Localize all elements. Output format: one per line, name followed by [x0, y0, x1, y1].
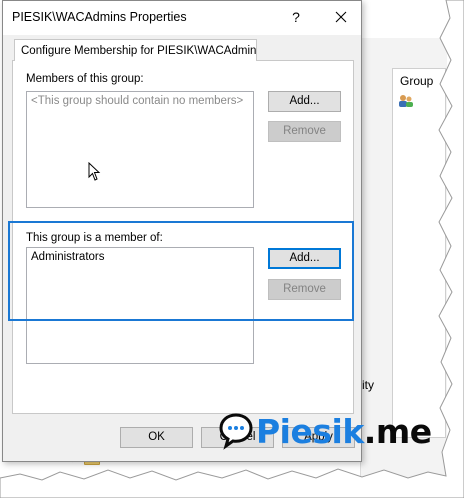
- members-label: Members of this group:: [26, 73, 144, 85]
- background-column-header[interactable]: Group: [400, 74, 433, 88]
- tab-configure-membership[interactable]: Configure Membership for PIESIK\WACAdmin…: [14, 39, 257, 61]
- group-icon: [399, 95, 413, 107]
- members-remove-button[interactable]: Remove: [268, 121, 341, 142]
- members-placeholder: <This group should contain no members>: [31, 95, 244, 107]
- chat-bubble-icon: [219, 413, 253, 450]
- watermark-brand: Piesik: [256, 411, 364, 451]
- watermark-suffix: .me: [363, 411, 432, 451]
- mouse-pointer-icon: [88, 162, 101, 181]
- members-add-button[interactable]: Add...: [268, 91, 341, 112]
- dialog-titlebar[interactable]: PIESIK\WACAdmins Properties ?: [3, 1, 361, 35]
- screenshot-canvas: Group rity ▶ Software Restriction Polici…: [0, 0, 464, 498]
- close-icon: [335, 11, 347, 23]
- watermark-logo: Piesik .me: [218, 410, 432, 452]
- members-listbox[interactable]: <This group should contain no members>: [26, 91, 254, 208]
- close-button[interactable]: [328, 5, 354, 29]
- dialog-title: PIESIK\WACAdmins Properties: [12, 10, 187, 24]
- ok-button[interactable]: OK: [120, 427, 193, 448]
- background-list-panel: [392, 68, 446, 438]
- highlight-annotation: [8, 221, 354, 321]
- help-button[interactable]: ?: [283, 5, 309, 29]
